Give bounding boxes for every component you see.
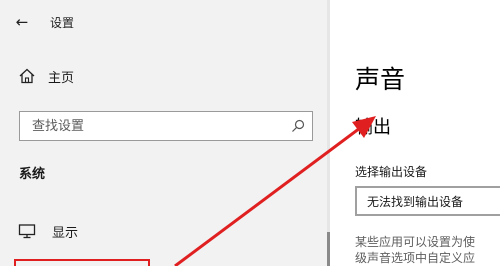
title-bar: ← 设置: [0, 0, 330, 44]
sidebar-item-label: 主页: [48, 70, 75, 86]
description-line: 某些应用可以设置为使: [355, 235, 476, 249]
dropdown-value: 无法找到输出设备: [367, 194, 464, 209]
sidebar-item-label: 显示: [52, 225, 79, 241]
output-device-dropdown[interactable]: 无法找到输出设备: [355, 186, 500, 216]
search-box[interactable]: [19, 111, 313, 141]
window-title: 设置: [50, 15, 75, 30]
back-button[interactable]: ←: [0, 0, 44, 44]
monitor-icon: [18, 224, 36, 239]
home-icon: [19, 68, 35, 84]
description-text: 某些应用可以设置为使 级声音选项中自定义应: [355, 234, 500, 266]
page-title: 声音: [355, 65, 406, 94]
sidebar: ← 设置 主页 系统 显示: [0, 0, 330, 266]
output-device-label: 选择输出设备: [355, 165, 428, 179]
description-line: 级声音选项中自定义应: [355, 251, 476, 265]
sidebar-item-home[interactable]: 主页: [18, 64, 74, 88]
search-icon[interactable]: [284, 119, 312, 133]
output-section-title: 输出: [355, 117, 391, 138]
search-input[interactable]: [20, 112, 284, 140]
back-arrow-icon: ←: [15, 13, 29, 31]
main-content: 声音 输出 选择输出设备 无法找到输出设备 某些应用可以设置为使 级声音选项中自…: [330, 0, 500, 266]
section-title: 系统: [19, 167, 46, 182]
sidebar-item-display[interactable]: 显示: [18, 220, 78, 242]
annotation-highlight-box: [14, 259, 150, 266]
